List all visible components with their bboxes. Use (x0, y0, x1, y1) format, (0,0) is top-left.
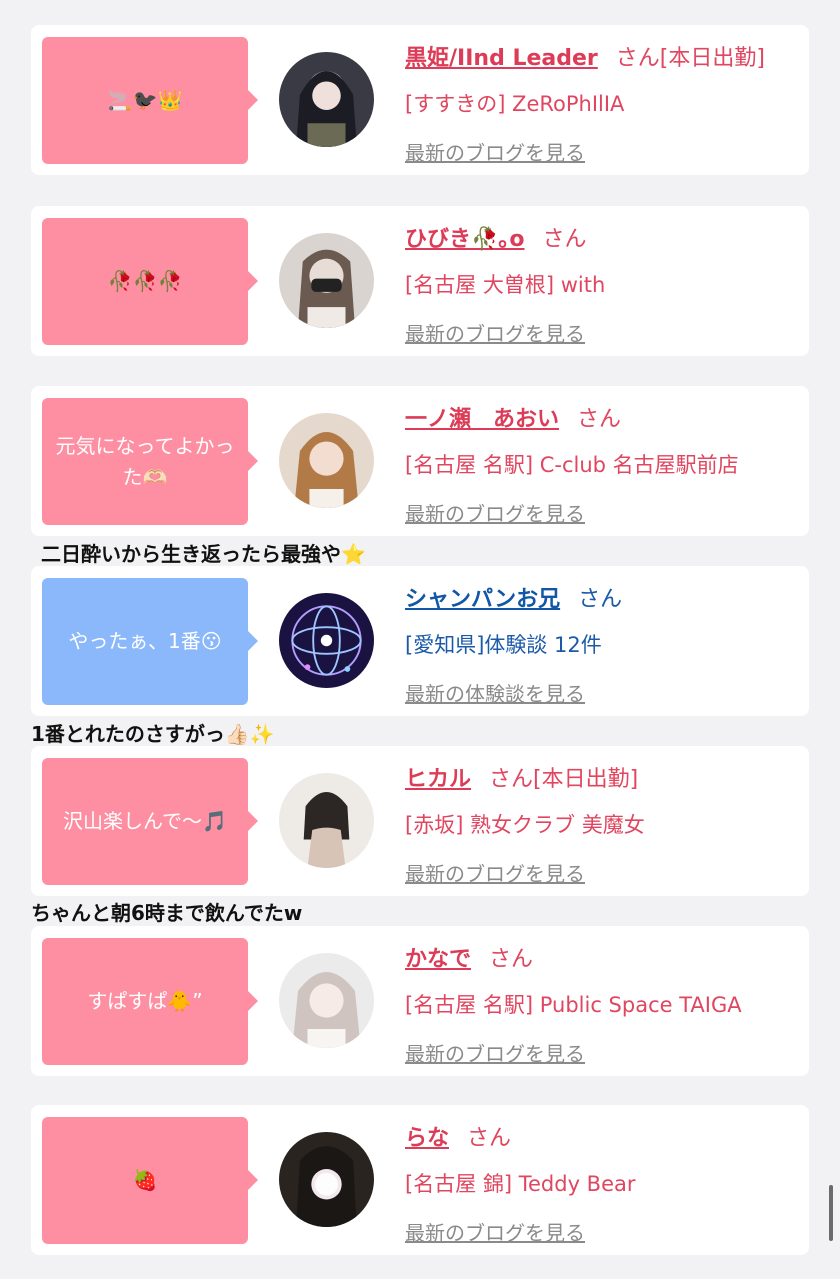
user-name-link[interactable]: 一ノ瀬 あおい (405, 407, 559, 432)
message-card: 🥀🥀🥀 ひびき🥀｡o さん [名古屋 大曽根] with 最新のブログを見る (31, 206, 809, 356)
latest-blog-link[interactable]: 最新のブログを見る (405, 1038, 805, 1067)
message-bubble: 元気になってよかった🫶🏻 (42, 398, 258, 525)
avatar[interactable] (279, 593, 374, 688)
honorific: さん (578, 587, 623, 612)
shop-info: [愛知県]体験談 12件 (405, 633, 602, 657)
shop-info: [名古屋 錦] Teddy Bear (405, 1172, 636, 1196)
honorific: さん (542, 227, 587, 252)
avatar[interactable] (279, 413, 374, 508)
message-bubble: 🚬🐦‍⬛👑 (42, 37, 258, 164)
annotation-caption: 二日酔いから生き返ったら最強や⭐️ (41, 542, 366, 566)
user-name-link[interactable]: 黒姫/IInd Leader (405, 46, 598, 71)
latest-blog-link[interactable]: 最新のブログを見る (405, 858, 805, 887)
shop-info: [名古屋 名駅] Public Space TAIGA (405, 993, 742, 1017)
latest-blog-link[interactable]: 最新のブログを見る (405, 318, 805, 347)
message-bubble: 沢山楽しんで〜🎵 (42, 758, 258, 885)
latest-report-link[interactable]: 最新の体験談を見る (405, 678, 805, 707)
user-name-link[interactable]: らな (405, 1126, 449, 1151)
avatar[interactable] (279, 233, 374, 328)
avatar[interactable] (279, 52, 374, 147)
message-bubble: すぱすぱ🐥” (42, 938, 258, 1065)
scrollbar[interactable] (829, 1185, 833, 1241)
latest-blog-link[interactable]: 最新のブログを見る (405, 137, 805, 166)
message-card: 🍓 らな さん [名古屋 錦] Teddy Bear 最新のブログを見る (31, 1105, 809, 1255)
annotation-caption: ちゃんと朝6時まで飲んでたw (31, 901, 303, 925)
user-name-link[interactable]: ヒカル (405, 767, 471, 792)
shop-info: [すすきの] ZeRoPhIlIA (405, 92, 625, 116)
message-card: すぱすぱ🐥” かなで さん [名古屋 名駅] Public Space TAIGA… (31, 926, 809, 1076)
message-bubble: 🥀🥀🥀 (42, 218, 258, 345)
user-name-link[interactable]: シャンパンお兄 (405, 587, 560, 612)
message-card: やったぁ、1番😗 シャンパンお兄 さん [愛知県]体験談 12件 最新の体験談を見… (31, 566, 809, 716)
message-card: 元気になってよかった🫶🏻 一ノ瀬 あおい さん [名古屋 名駅] C-club 名… (31, 386, 809, 536)
message-card: 沢山楽しんで〜🎵 ヒカル さん[本日出勤] [赤坂] 熟女クラブ 美魔女 最新のブ… (31, 746, 809, 896)
latest-blog-link[interactable]: 最新のブログを見る (405, 498, 805, 527)
avatar[interactable] (279, 773, 374, 868)
avatar[interactable] (279, 953, 374, 1048)
shop-info: [名古屋 名駅] C-club 名古屋駅前店 (405, 453, 739, 477)
honorific: さん[本日出勤] (615, 46, 765, 71)
annotation-caption: 1番とれたのさすがっ👍🏻✨ (31, 722, 275, 746)
shop-info: [赤坂] 熟女クラブ 美魔女 (405, 813, 645, 837)
message-bubble: やったぁ、1番😗 (42, 578, 258, 705)
message-bubble: 🍓 (42, 1117, 258, 1244)
user-name-link[interactable]: かなで (405, 947, 471, 972)
message-card: 🚬🐦‍⬛👑 黒姫/IInd Leader さん[本日出勤] [すすきの] ZeRo… (31, 25, 809, 175)
shop-info: [名古屋 大曽根] with (405, 273, 606, 297)
honorific: さん (577, 407, 622, 432)
user-name-link[interactable]: ひびき🥀｡o (405, 227, 525, 252)
honorific: さん (489, 947, 534, 972)
honorific: さん (467, 1126, 512, 1151)
latest-blog-link[interactable]: 最新のブログを見る (405, 1217, 805, 1246)
avatar[interactable] (279, 1132, 374, 1227)
honorific: さん[本日出勤] (489, 767, 639, 792)
